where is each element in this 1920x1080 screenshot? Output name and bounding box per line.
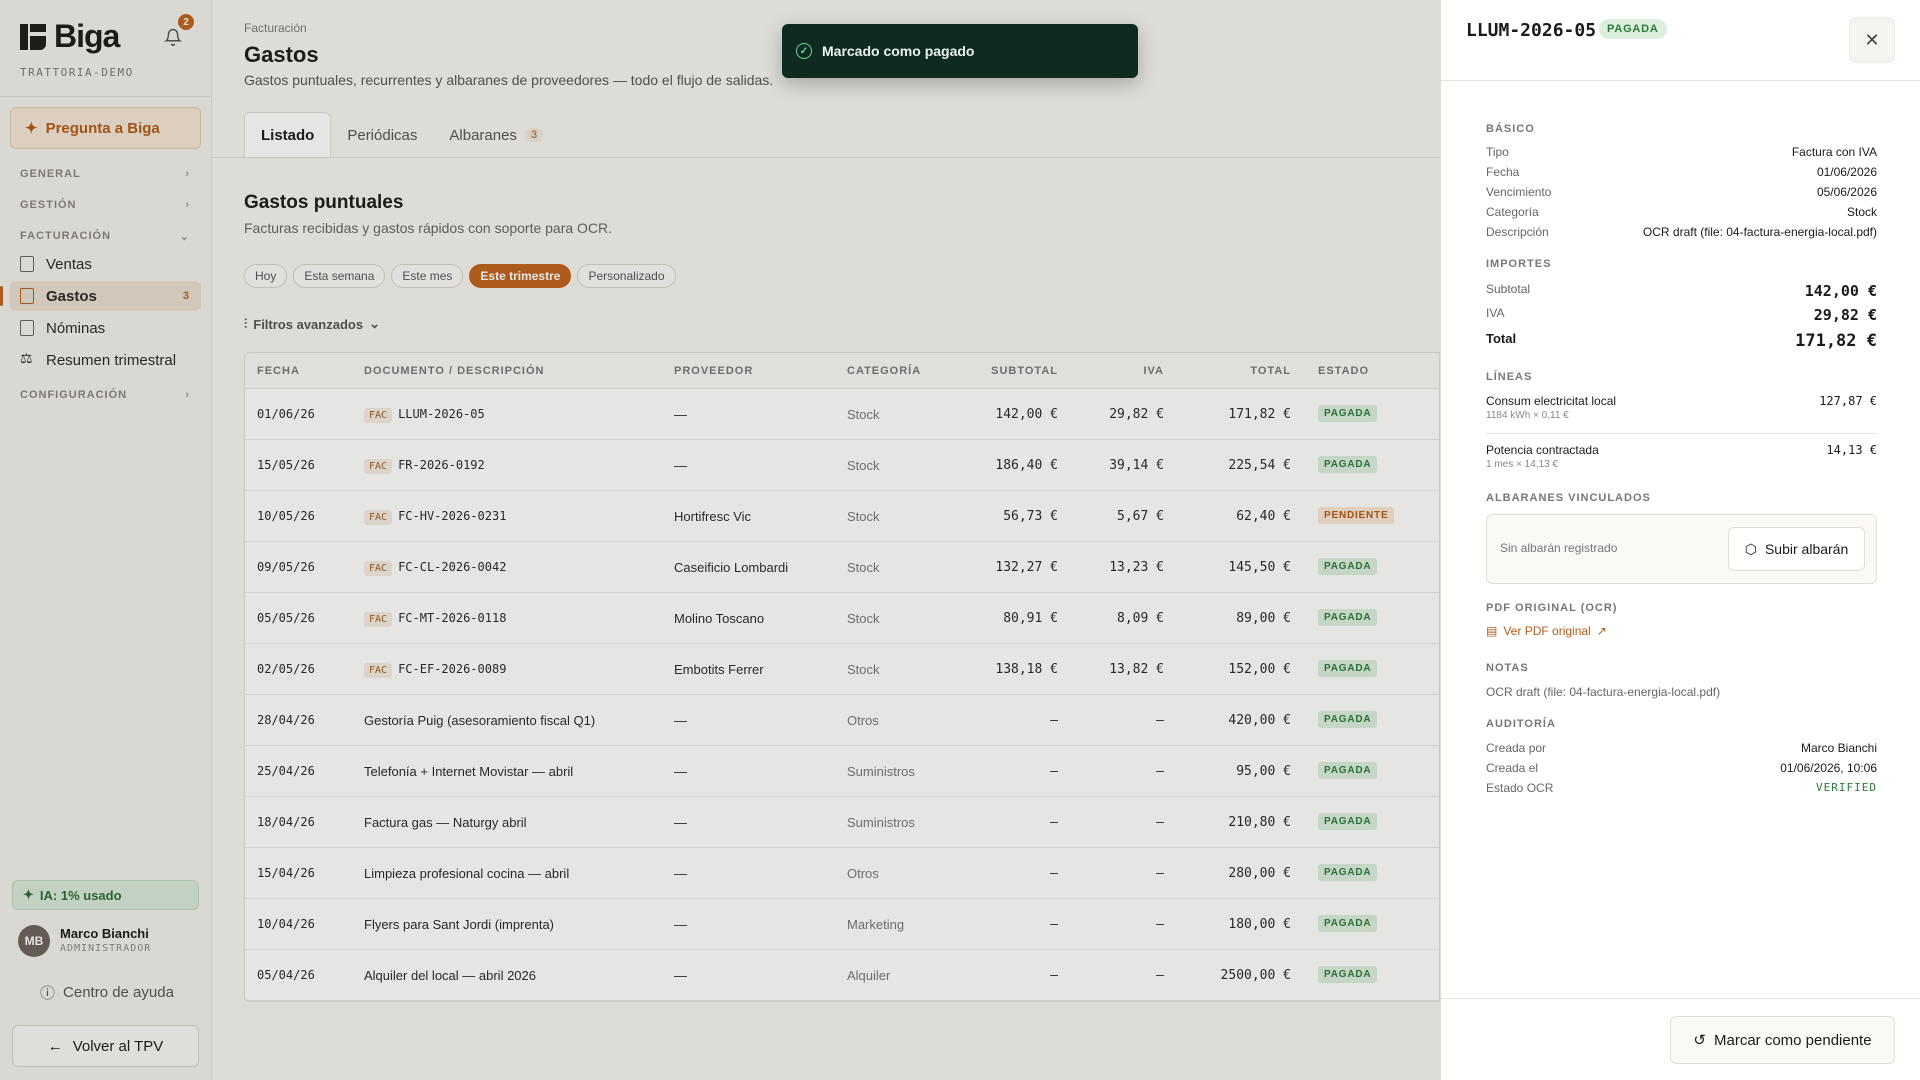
modal-backdrop[interactable]: [0, 0, 1440, 1080]
drawer-header: LLUM-2026-05 PAGADA ✕: [1441, 0, 1920, 81]
view-pdf-label: Ver PDF original: [1503, 624, 1591, 638]
close-button[interactable]: ✕: [1849, 17, 1895, 63]
basico-section-title: BÁSICO: [1486, 123, 1535, 135]
check-circle-icon: ✓: [796, 43, 812, 59]
detail-value: 01/06/2026, 10:06: [1780, 761, 1877, 775]
albaranes-section-title: ALBARANES VINCULADOS: [1486, 492, 1651, 504]
detail-key: Categoría: [1486, 205, 1539, 219]
toast-notification: ✓ Marcado como pagado: [782, 24, 1138, 78]
detail-key: Fecha: [1486, 165, 1520, 179]
detail-value: 01/06/2026: [1816, 165, 1877, 179]
detail-value: OCR draft (file: 04-factura-energia-loca…: [1642, 225, 1877, 239]
line-item-name: Potencia contractada: [1486, 443, 1599, 457]
toast-message: Marcado como pagado: [822, 43, 975, 59]
detail-value: 171,82 €: [1795, 331, 1877, 351]
detail-key: Vencimiento: [1486, 185, 1552, 199]
detail-key: Creada por: [1486, 741, 1547, 755]
rotate-ccw-icon: ↺: [1693, 1032, 1706, 1049]
lineas-section-title: LÍNEAS: [1486, 371, 1533, 383]
mark-pending-label: Marcar como pendiente: [1713, 1031, 1872, 1049]
upload-albaran-label: Subir albarán: [1764, 541, 1849, 557]
albaranes-box: Sin albarán registrado ⬡ Subir albarán: [1486, 514, 1877, 584]
importes-section-title: IMPORTES: [1486, 258, 1552, 270]
line-item-amount: 14,13 €: [1826, 443, 1877, 457]
detail-value: Marco Bianchi: [1800, 741, 1877, 755]
external-link-icon: ↗: [1596, 624, 1607, 638]
file-icon: ▤: [1486, 624, 1498, 638]
detail-value: Stock: [1846, 205, 1877, 219]
view-pdf-link[interactable]: ▤ Ver PDF original ↗: [1486, 624, 1607, 638]
detail-key: Tipo: [1486, 145, 1509, 159]
detail-key: Creada el: [1486, 761, 1539, 775]
close-icon: ✕: [1864, 29, 1880, 50]
pdf-section-title: PDF ORIGINAL (OCR): [1486, 602, 1618, 614]
auditoria-section-title: AUDITORÍA: [1486, 718, 1556, 730]
divider: [1486, 433, 1877, 434]
detail-key: Subtotal: [1486, 282, 1531, 296]
line-item-amount: 127,87 €: [1819, 394, 1877, 408]
drawer-title: LLUM-2026-05: [1466, 20, 1597, 41]
line-item: Potencia contractada 1 mes × 14,13 € 14,…: [1486, 443, 1877, 470]
status-badge: PAGADA: [1599, 19, 1667, 39]
detail-key: IVA: [1486, 306, 1505, 320]
detail-key: Descripción: [1486, 225, 1549, 239]
drawer-footer: [1441, 998, 1920, 999]
notas-section-title: NOTAS: [1486, 662, 1529, 674]
expense-detail-drawer: LLUM-2026-05 PAGADA ✕ BÁSICO Tipo Factura…: [1440, 0, 1920, 1080]
upload-albaran-button[interactable]: ⬡ Subir albarán: [1728, 527, 1865, 571]
mark-pending-button[interactable]: ↺ Marcar como pendiente: [1670, 1016, 1895, 1064]
detail-value: 142,00 €: [1804, 282, 1877, 300]
detail-key: Estado OCR: [1486, 781, 1554, 795]
ocr-status-value: VERIFIED: [1816, 781, 1877, 794]
line-item-detail: 1184 kWh × 0,11 €: [1486, 410, 1569, 421]
albaranes-empty-text: Sin albarán registrado: [1500, 541, 1618, 555]
detail-value: 05/06/2026: [1816, 185, 1877, 199]
detail-key: Total: [1486, 331, 1517, 346]
notes-text: OCR draft (file: 04-factura-energia-loca…: [1486, 685, 1721, 699]
detail-value: Factura con IVA: [1791, 145, 1877, 159]
line-item-detail: 1 mes × 14,13 €: [1486, 459, 1558, 470]
package-icon: ⬡: [1744, 540, 1757, 557]
detail-value: 29,82 €: [1813, 306, 1877, 324]
line-item: Consum electricitat local 1184 kWh × 0,1…: [1486, 394, 1877, 421]
